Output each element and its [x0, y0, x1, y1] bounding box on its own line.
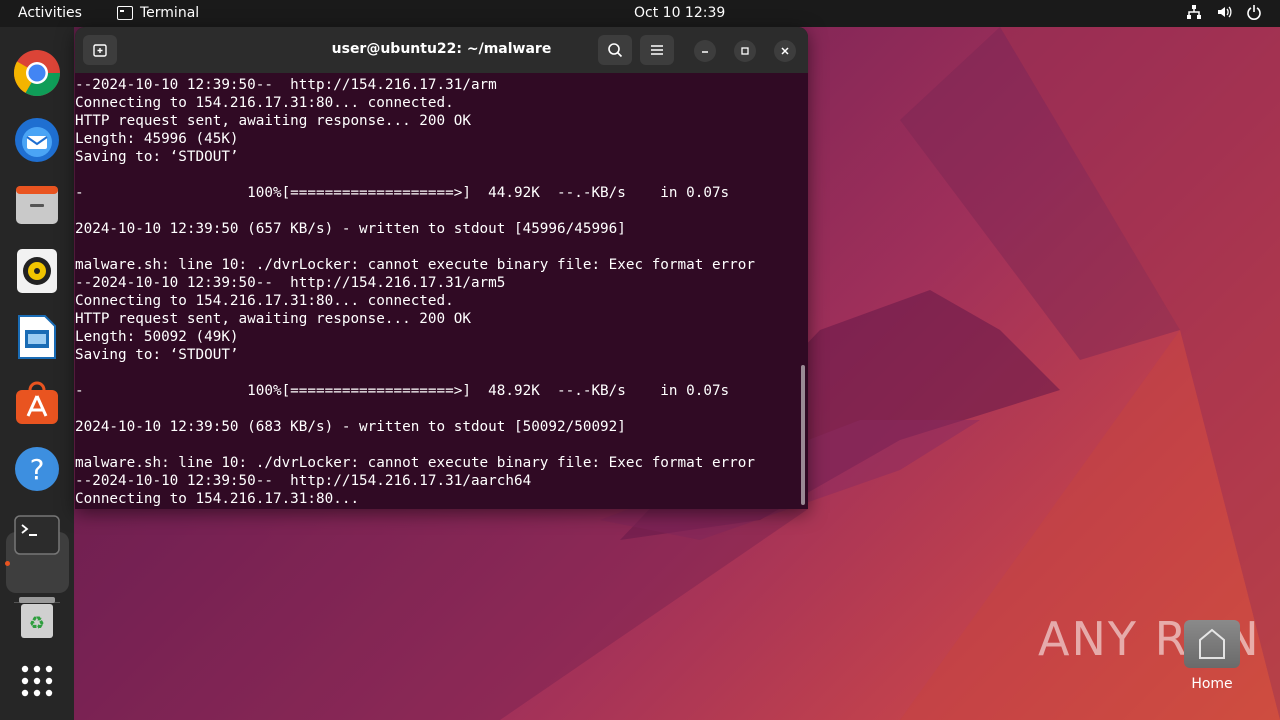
power-icon: [1247, 5, 1261, 20]
dock: ? ♻: [0, 27, 74, 720]
volume-icon: [1218, 6, 1232, 18]
activities-button[interactable]: Activities: [18, 5, 82, 21]
ubuntu-software-icon[interactable]: [12, 378, 62, 428]
terminal-line: Connecting to 154.216.17.31:80... connec…: [75, 293, 454, 309]
terminal-line: 2024-10-10 12:39:50 (683 KB/s) - written…: [75, 419, 626, 435]
thunderbird-icon[interactable]: [12, 115, 62, 165]
terminal-line: HTTP request sent, awaiting response... …: [75, 113, 471, 129]
desktop-home-icon[interactable]: Home: [1180, 620, 1244, 692]
terminal-line: malware.sh: line 10: ./dvrLocker: cannot…: [75, 455, 755, 471]
home-label: Home: [1191, 676, 1233, 692]
network-icon: [1187, 5, 1201, 19]
home-folder-icon: [1184, 620, 1240, 668]
terminal-line: malware.sh: line 10: ./dvrLocker: cannot…: [75, 257, 755, 273]
terminal-line: --2024-10-10 12:39:50-- http://154.216.1…: [75, 77, 497, 93]
svg-text:♻: ♻: [29, 613, 45, 634]
system-status-menu[interactable]: [1186, 4, 1262, 20]
hamburger-icon: [651, 45, 663, 55]
close-icon: [781, 47, 789, 55]
running-indicator: [5, 561, 10, 566]
terminal-line: Connecting to 154.216.17.31:80... connec…: [75, 95, 454, 111]
show-applications-icon[interactable]: [12, 656, 62, 706]
clock[interactable]: Oct 10 12:39: [634, 5, 725, 21]
terminal-window: user@ubuntu22: ~/malware --2024-10-10 12…: [75, 27, 808, 509]
app-menu[interactable]: Terminal: [117, 5, 199, 21]
terminal-small-icon: [117, 6, 133, 20]
app-name: Terminal: [140, 5, 200, 21]
terminal-line: Connecting to 154.216.17.31:80...: [75, 491, 360, 507]
terminal-icon[interactable]: [12, 510, 62, 560]
terminal-output[interactable]: --2024-10-10 12:39:50-- http://154.216.1…: [75, 73, 800, 509]
terminal-line: Saving to: ‘STDOUT’: [75, 149, 239, 165]
terminal-line: 2024-10-10 12:39:50 (657 KB/s) - written…: [75, 221, 626, 237]
maximize-button[interactable]: [734, 40, 756, 62]
terminal-line: Saving to: ‘STDOUT’: [75, 347, 239, 363]
chrome-icon[interactable]: [12, 48, 62, 98]
terminal-line: Length: 50092 (49K): [75, 329, 239, 345]
minimize-button[interactable]: [694, 40, 716, 62]
maximize-icon: [741, 47, 749, 55]
terminal-line: - 100%[===================>] 44.92K --.-…: [75, 185, 730, 201]
terminal-line: --2024-10-10 12:39:50-- http://154.216.1…: [75, 275, 506, 291]
terminal-line: Length: 45996 (45K): [75, 131, 239, 147]
svg-text:?: ?: [30, 453, 45, 486]
search-button[interactable]: [598, 35, 632, 65]
terminal-line: - 100%[===================>] 48.92K --.-…: [75, 383, 730, 399]
search-icon: [608, 43, 623, 58]
window-titlebar[interactable]: user@ubuntu22: ~/malware: [75, 27, 808, 73]
trash-icon[interactable]: ♻: [12, 593, 62, 643]
top-bar: Activities Terminal Oct 10 12:39: [0, 0, 1280, 27]
minimize-icon: [702, 51, 708, 53]
close-button[interactable]: [774, 40, 796, 62]
terminal-scrollbar[interactable]: [801, 365, 805, 505]
libreoffice-writer-icon[interactable]: [12, 312, 62, 362]
help-icon[interactable]: ?: [12, 444, 62, 494]
terminal-line: HTTP request sent, awaiting response... …: [75, 311, 471, 327]
files-icon[interactable]: [12, 180, 62, 230]
terminal-line: --2024-10-10 12:39:50-- http://154.216.1…: [75, 473, 532, 489]
menu-button[interactable]: [640, 35, 674, 65]
rhythmbox-icon[interactable]: [12, 246, 62, 296]
